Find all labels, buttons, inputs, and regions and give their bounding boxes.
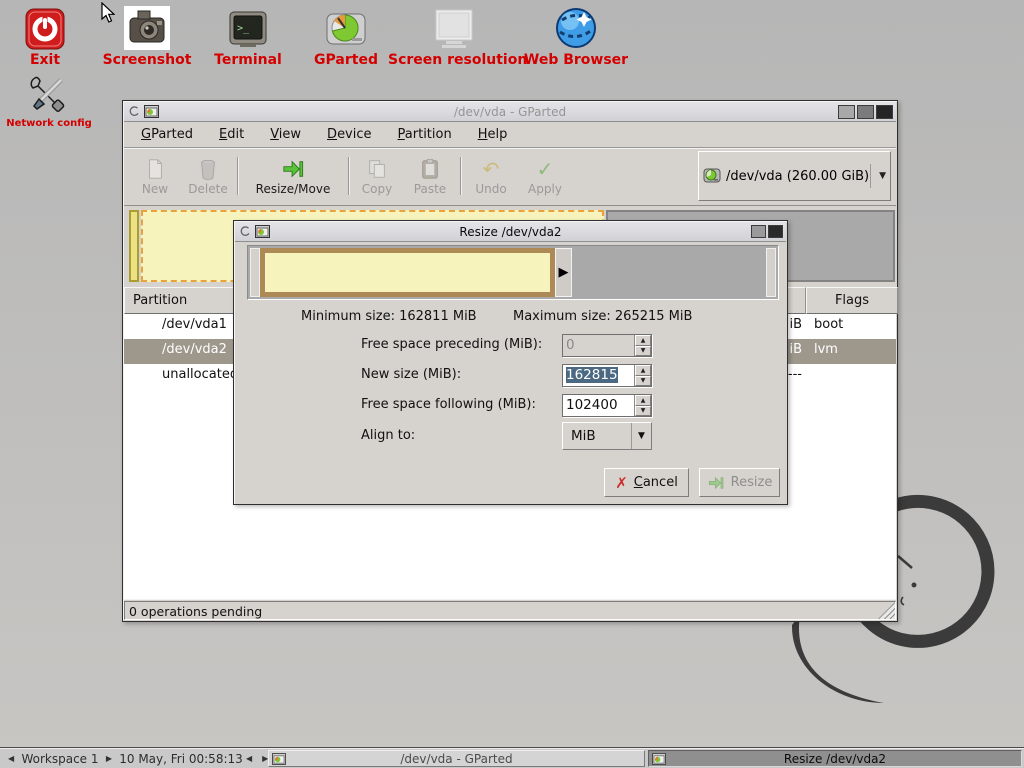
toolbar: New Delete Resize/Move Copy Paste	[124, 148, 896, 206]
mouse-cursor	[101, 2, 115, 23]
shortcut-label: Exit	[8, 52, 82, 68]
free-space-following-spinbox[interactable]: 102400 ▲ ▼	[562, 394, 652, 417]
align-to-combo[interactable]: MiB ▼	[562, 422, 652, 450]
align-to-value: MiB	[563, 428, 631, 444]
field-new-size: New size (MiB): 162815 ▲ ▼	[234, 364, 787, 387]
resize-dialog: Resize /dev/vda2 ▶ Minimum size: 162811 …	[233, 220, 788, 505]
svg-text:>_: >_	[237, 23, 250, 34]
new-icon	[144, 158, 166, 180]
spin-up-icon[interactable]: ▲	[635, 365, 651, 376]
shortcut-network-config[interactable]: Network config	[6, 70, 92, 129]
shortcut-exit[interactable]: Exit	[8, 4, 82, 68]
shortcut-gparted[interactable]: GParted	[300, 4, 392, 68]
field-align-to: Align to: MiB ▼	[234, 422, 787, 450]
resize-icon	[707, 475, 725, 491]
taskbar-task-resize-dialog[interactable]: Resize /dev/vda2	[648, 750, 1022, 767]
shortcut-label: Network config	[6, 118, 92, 129]
trash-icon	[197, 158, 219, 180]
left-resize-handle[interactable]	[250, 248, 260, 297]
globe-icon	[554, 6, 598, 50]
task-scroll-left-icon[interactable]: ◀	[246, 754, 252, 763]
shortcut-label: GParted	[300, 52, 392, 68]
paste-icon	[419, 158, 441, 180]
spin-down-icon[interactable]: ▼	[635, 346, 651, 357]
minimum-size-label: Minimum size: 162811 MiB	[301, 309, 477, 324]
dialog-title: Resize /dev/vda2	[235, 225, 786, 239]
window-titlebar[interactable]: /dev/vda - GParted	[124, 102, 896, 122]
shortcut-label: Terminal	[204, 52, 292, 68]
partition-area[interactable]	[260, 248, 555, 297]
spin-up-icon[interactable]: ▲	[635, 335, 651, 346]
power-icon	[25, 8, 65, 50]
taskbar: ◀ Workspace 1 ▶ 10 May, Fri 00:58:13 ◀ ▶…	[0, 747, 1024, 768]
column-flags[interactable]: Flags	[806, 287, 898, 314]
cancel-icon: ✗	[615, 474, 628, 492]
undo-button[interactable]: ↶ Undo	[466, 152, 516, 202]
field-free-space-preceding: Free space preceding (MiB): 0 ▲ ▼	[234, 334, 787, 357]
right-resize-handle[interactable]: ▶	[555, 248, 572, 297]
maximum-size-label: Maximum size: 265215 MiB	[513, 309, 692, 324]
delete-button[interactable]: Delete	[182, 152, 234, 202]
clock: 10 May, Fri 00:58:13	[122, 750, 240, 767]
device-combo[interactable]: /dev/vda (260.00 GiB) ▼	[698, 151, 891, 201]
field-free-space-following: Free space following (MiB): 102400 ▲ ▼	[234, 394, 787, 417]
gparted-icon	[324, 8, 368, 50]
menu-partition[interactable]: Partition	[385, 124, 465, 145]
chevron-down-icon: ▼	[631, 423, 651, 449]
taskbar-task-gparted[interactable]: /dev/vda - GParted	[268, 750, 645, 767]
copy-icon	[366, 158, 388, 180]
resize-button[interactable]: Resize	[699, 468, 780, 497]
menu-gparted[interactable]: GParted	[128, 124, 206, 145]
toolbar-separator	[348, 157, 350, 195]
menu-edit[interactable]: Edit	[206, 124, 257, 145]
cancel-button[interactable]: ✗ Cancel	[604, 468, 689, 497]
new-size-spinbox[interactable]: 162815 ▲ ▼	[562, 364, 652, 387]
apply-button[interactable]: ✓ Apply	[519, 152, 571, 202]
paste-button[interactable]: Paste	[404, 152, 456, 202]
device-combo-value: /dev/vda (260.00 GiB)	[726, 169, 869, 184]
desktop: Exit Screenshot >_ Terminal	[0, 0, 1024, 768]
workspace-label: Workspace 1	[21, 752, 98, 766]
window-title: /dev/vda - GParted	[124, 105, 896, 119]
spin-down-icon[interactable]: ▼	[635, 376, 651, 387]
resize-move-button[interactable]: Resize/Move	[242, 152, 344, 202]
new-button[interactable]: New	[132, 152, 178, 202]
disk-icon	[703, 167, 721, 185]
dialog-titlebar[interactable]: Resize /dev/vda2	[235, 222, 786, 242]
copy-button[interactable]: Copy	[353, 152, 401, 202]
visual-partition-vda1[interactable]	[129, 210, 139, 282]
shortcut-label: Web Browser	[520, 52, 632, 68]
workspace-switcher[interactable]: ◀ Workspace 1 ▶	[6, 750, 114, 767]
menu-view[interactable]: View	[257, 124, 314, 145]
menubar: GParted Edit View Device Partition Help	[124, 122, 896, 148]
workspace-prev-icon[interactable]: ◀	[8, 754, 14, 763]
terminal-icon: >_	[228, 10, 268, 50]
arrow-right-icon: ▶	[559, 265, 569, 280]
tools-icon	[27, 72, 71, 116]
far-right-handle[interactable]	[766, 248, 776, 297]
toolbar-separator	[237, 157, 239, 195]
apply-icon: ✓	[537, 158, 554, 180]
workspace-next-icon[interactable]: ▶	[106, 754, 112, 763]
shortcut-web-browser[interactable]: Web Browser	[520, 4, 632, 68]
status-text: 0 operations pending	[124, 601, 896, 620]
free-space-preceding-spinbox[interactable]: 0 ▲ ▼	[562, 334, 652, 357]
undo-icon: ↶	[483, 158, 500, 180]
resize-slider: ▶	[247, 245, 779, 300]
shortcut-label: Screen resolution	[388, 52, 520, 68]
toolbar-separator	[460, 157, 462, 195]
monitor-icon	[432, 8, 476, 50]
menu-help[interactable]: Help	[465, 124, 521, 145]
task-scroll: ◀ ▶	[246, 750, 268, 767]
resize-move-icon	[281, 158, 305, 180]
menu-device[interactable]: Device	[314, 124, 384, 145]
shortcut-terminal[interactable]: >_ Terminal	[204, 4, 292, 68]
chevron-down-icon: ▼	[870, 164, 886, 188]
statusbar: 0 operations pending	[124, 599, 896, 620]
spin-down-icon[interactable]: ▼	[635, 406, 651, 417]
shortcut-screen-resolution[interactable]: Screen resolution	[388, 4, 520, 68]
camera-icon	[124, 6, 170, 50]
shortcut-label: Screenshot	[96, 52, 198, 68]
spin-up-icon[interactable]: ▲	[635, 395, 651, 406]
